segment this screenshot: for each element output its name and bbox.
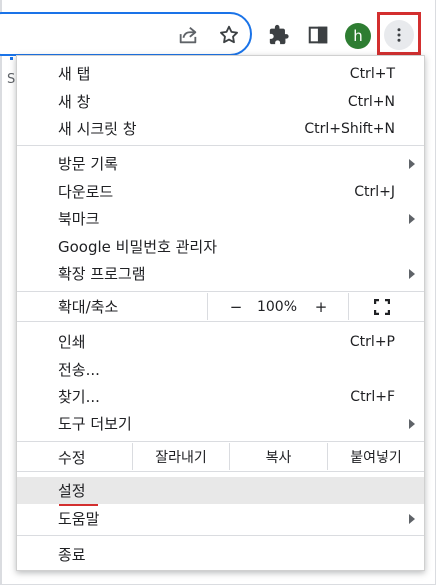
menu-item-label: 도구 더보기 <box>58 415 132 433</box>
menu-item-new-tab[interactable]: 새 탭 Ctrl+T <box>17 60 424 87</box>
menu-separator <box>17 321 424 322</box>
menu-item-password-manager[interactable]: Google 비밀번호 관리자 <box>17 233 424 260</box>
menu-item-shortcut: Ctrl+N <box>347 93 395 110</box>
menu-item-bookmarks[interactable]: 북마크 <box>17 205 424 232</box>
zoom-divider <box>207 293 208 320</box>
menu-item-label: 설정 <box>58 482 86 500</box>
zoom-in-button[interactable]: + <box>308 298 334 316</box>
menu-separator <box>17 145 424 146</box>
submenu-arrow-icon <box>409 268 415 279</box>
menu-separator <box>17 535 424 536</box>
menu-item-label: 새 시크릿 창 <box>58 120 137 138</box>
submenu-arrow-icon <box>409 158 415 169</box>
submenu-arrow-icon <box>409 213 415 224</box>
share-icon[interactable] <box>176 23 200 47</box>
menu-item-label: Google 비밀번호 관리자 <box>58 238 218 256</box>
zoom-label: 확대/축소 <box>58 298 119 316</box>
menu-item-new-window[interactable]: 새 창 Ctrl+N <box>17 88 424 115</box>
menu-item-exit[interactable]: 종료 <box>17 541 424 568</box>
menu-item-label: 도움말 <box>58 510 100 528</box>
menu-item-print[interactable]: 인쇄 Ctrl+P <box>17 328 424 355</box>
menu-item-downloads[interactable]: 다운로드 Ctrl+J <box>17 178 424 205</box>
menu-item-settings[interactable]: 설정 <box>17 477 424 504</box>
menu-item-more-tools[interactable]: 도구 더보기 <box>17 410 424 437</box>
menu-item-label: 찾기... <box>58 388 100 406</box>
bookmark-star-icon[interactable] <box>217 23 241 47</box>
menu-item-find[interactable]: 찾기... Ctrl+F <box>17 383 424 410</box>
menu-item-new-incognito[interactable]: 새 시크릿 창 Ctrl+Shift+N <box>17 115 424 142</box>
zoom-divider <box>348 293 349 320</box>
menu-item-shortcut: Ctrl+T <box>349 65 395 82</box>
edit-label: 수정 <box>58 449 86 467</box>
menu-item-shortcut: Ctrl+J <box>354 183 395 200</box>
address-bar[interactable] <box>0 12 252 56</box>
menu-item-shortcut: Ctrl+P <box>349 333 395 350</box>
copy-button[interactable]: 복사 <box>229 443 327 470</box>
menu-item-label: 새 탭 <box>58 65 91 83</box>
puzzle-icon[interactable] <box>267 23 291 47</box>
menu-item-history[interactable]: 방문 기록 <box>17 150 424 177</box>
menu-item-label: 다운로드 <box>58 183 114 201</box>
submenu-arrow-icon <box>409 513 415 524</box>
menu-item-help[interactable]: 도움말 <box>17 505 424 532</box>
chrome-menu: 새 탭 Ctrl+T 새 창 Ctrl+N 새 시크릿 창 Ctrl+Shift… <box>16 55 425 571</box>
profile-avatar[interactable]: h <box>345 23 371 49</box>
menu-separator <box>17 441 424 442</box>
menu-item-label: 확장 프로그램 <box>58 265 146 283</box>
zoom-level: 100% <box>256 298 298 315</box>
menu-item-label: 방문 기록 <box>58 155 118 173</box>
fullscreen-icon[interactable] <box>373 298 391 316</box>
side-panel-icon[interactable] <box>306 23 330 47</box>
page-text-fragment: S <box>7 72 16 87</box>
menu-item-label: 인쇄 <box>58 333 86 351</box>
edit-row: 수정 잘라내기 복사 붙여넣기 <box>17 443 424 470</box>
menu-item-label: 북마크 <box>58 210 100 228</box>
menu-item-label: 전송... <box>58 361 100 379</box>
menu-item-cast[interactable]: 전송... <box>17 356 424 383</box>
menu-separator <box>17 471 424 472</box>
zoom-out-button[interactable]: − <box>223 298 249 316</box>
zoom-row: 확대/축소 − 100% + <box>17 293 424 320</box>
cut-button[interactable]: 잘라내기 <box>132 443 229 470</box>
submenu-arrow-icon <box>409 418 415 429</box>
more-vert-icon[interactable] <box>384 20 414 50</box>
menu-item-shortcut: Ctrl+F <box>350 388 395 405</box>
paste-button[interactable]: 붙여넣기 <box>327 443 424 470</box>
menu-separator <box>17 291 424 292</box>
menu-item-extensions[interactable]: 확장 프로그램 <box>17 260 424 287</box>
menu-item-label: 종료 <box>58 546 86 564</box>
menu-item-label: 새 창 <box>58 93 91 111</box>
page-dot <box>10 57 13 60</box>
window-border-left <box>0 0 2 585</box>
menu-item-shortcut: Ctrl+Shift+N <box>304 120 395 137</box>
